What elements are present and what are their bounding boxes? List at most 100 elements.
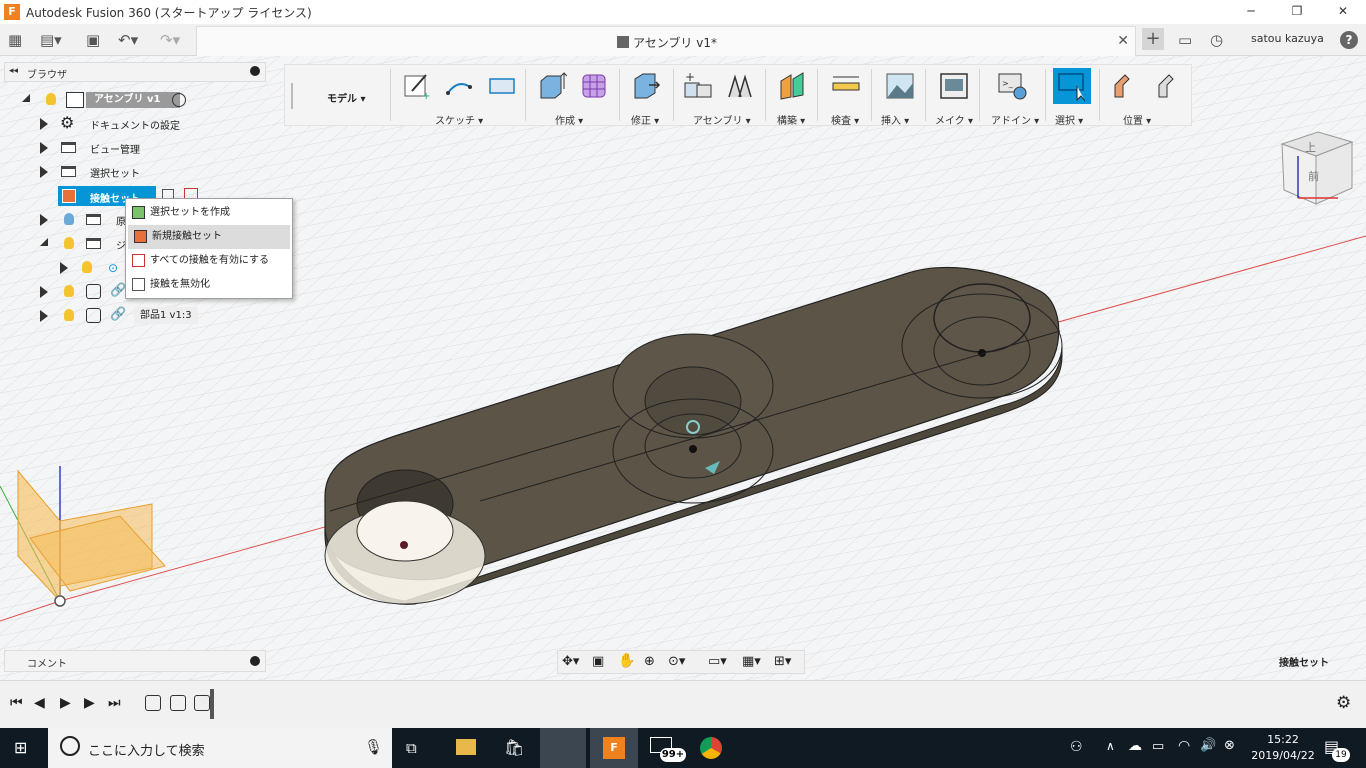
modify-menu[interactable]: 修正 ▾ <box>631 112 659 127</box>
timeline-joint-feature-icon[interactable] <box>194 695 210 711</box>
store-icon[interactable]: 🛍 <box>504 738 524 757</box>
show-hidden-icons-chevron-icon[interactable]: ∧ <box>1106 739 1115 753</box>
paint-app-icon[interactable] <box>540 728 586 768</box>
fusion-taskbar-button[interactable]: F <box>590 728 638 768</box>
help-button[interactable]: ? <box>1340 31 1358 49</box>
extrude-icon[interactable] <box>537 71 568 101</box>
new-tab-button[interactable]: + <box>1142 28 1164 50</box>
create-sketch-icon[interactable]: + <box>402 71 432 102</box>
viewports-icon[interactable]: ⊞▾ <box>774 654 791 669</box>
view-cube[interactable]: 上 前 <box>1280 131 1354 205</box>
expand-icon[interactable] <box>60 262 68 274</box>
collapse-browser-icon[interactable]: ◂◂ <box>9 66 18 76</box>
assemble-menu[interactable]: アセンブリ ▾ <box>693 112 751 127</box>
ime-off-icon[interactable]: ⊗ <box>1224 738 1235 753</box>
tree-item-named-views[interactable]: ビュー管理 <box>38 138 218 158</box>
visibility-bulb-icon[interactable] <box>64 309 74 321</box>
visibility-bulb-icon[interactable] <box>46 93 56 105</box>
volume-icon[interactable]: 🔊 <box>1200 738 1216 753</box>
make-menu[interactable]: メイク ▾ <box>935 112 973 127</box>
form-icon[interactable] <box>579 71 609 101</box>
taskbar-search-box[interactable]: ここに入力して検索 🎙 <box>48 728 392 768</box>
visibility-bulb-icon[interactable] <box>64 285 74 297</box>
visibility-bulb-icon[interactable] <box>64 237 74 249</box>
task-view-icon[interactable]: ⧉ <box>406 739 417 757</box>
sketch-menu[interactable]: スケッチ ▾ <box>435 112 483 127</box>
addins-menu[interactable]: アドイン ▾ <box>991 112 1039 127</box>
comments-panel[interactable]: コメント <box>4 650 266 672</box>
timeline-marker[interactable] <box>210 689 214 719</box>
go-to-start-icon[interactable]: ⏮ <box>10 695 23 711</box>
menu-item-new-contact-set[interactable]: 新規接触セット <box>128 225 290 249</box>
pan-hand-icon[interactable]: ✋ <box>618 653 635 669</box>
tree-item-document-settings[interactable]: ⚙ ドキュメントの設定 <box>38 113 218 134</box>
redo-icon[interactable]: ↷▾ <box>160 31 180 49</box>
rectangle-icon[interactable] <box>487 71 517 101</box>
notifications-icon[interactable]: ▭ <box>1178 31 1192 49</box>
step-forward-icon[interactable]: ▶︎ <box>84 695 95 711</box>
microphone-icon[interactable]: 🎙 <box>364 738 383 756</box>
expand-icon[interactable] <box>40 310 48 322</box>
expand-icon[interactable] <box>40 118 48 130</box>
maximize-button[interactable]: ❐ <box>1274 0 1320 24</box>
menu-item-disable-contact[interactable]: 接触を無効化 <box>126 273 292 297</box>
expand-icon[interactable] <box>40 214 48 226</box>
zoom-icon[interactable]: ⊕ <box>644 654 655 669</box>
windows-start-icon[interactable]: ⊞ <box>14 738 27 757</box>
insert-menu[interactable]: 挿入 ▾ <box>881 112 909 127</box>
visibility-bulb-icon[interactable] <box>82 261 92 273</box>
tree-item-part1[interactable]: 🔗 部品1 v1:3 <box>38 306 218 326</box>
chrome-icon[interactable] <box>700 737 722 759</box>
save-icon[interactable]: ▣ <box>86 31 100 49</box>
fit-zoom-icon[interactable]: ⊙▾ <box>668 654 685 669</box>
expand-icon[interactable] <box>40 286 48 298</box>
user-account[interactable]: satou kazuya <box>1251 32 1324 45</box>
select-tool-icon[interactable] <box>1053 68 1091 104</box>
close-button[interactable]: ✕ <box>1320 0 1366 24</box>
onedrive-cloud-icon[interactable]: ☁ <box>1128 738 1142 754</box>
inspect-menu[interactable]: 検査 ▾ <box>831 112 859 127</box>
visibility-bulb-icon[interactable] <box>64 213 74 225</box>
play-icon[interactable]: ▶ <box>60 695 71 711</box>
line-icon[interactable] <box>444 71 474 101</box>
workspace-switcher[interactable]: モデル ▾ <box>327 90 366 105</box>
browser-options-icon[interactable] <box>250 66 260 76</box>
construct-menu[interactable]: 構築 ▾ <box>777 112 805 127</box>
file-menu-icon[interactable]: ▤▾ <box>40 31 62 49</box>
expand-icon[interactable] <box>40 166 48 178</box>
undo-icon[interactable]: ↶▾ <box>118 31 138 49</box>
timeline-joint-feature-icon[interactable] <box>145 695 161 711</box>
capture-position-icon[interactable] <box>1109 71 1139 101</box>
press-pull-icon[interactable] <box>631 71 661 101</box>
minimize-button[interactable]: ─ <box>1228 0 1274 24</box>
insert-image-icon[interactable] <box>885 71 915 101</box>
new-component-icon[interactable]: + <box>683 70 713 101</box>
clock-date[interactable]: 2019/04/22 <box>1248 749 1318 762</box>
tree-item-component[interactable]: 🔗 <box>38 282 138 302</box>
data-panel-grid-icon[interactable]: ▦ <box>8 31 22 49</box>
battery-icon[interactable]: ▭ <box>1152 739 1164 754</box>
file-explorer-icon[interactable] <box>456 739 476 755</box>
joint-icon[interactable] <box>725 71 755 101</box>
orbit-icon[interactable]: ✥▾ <box>562 654 579 669</box>
timeline-joint-feature-icon[interactable] <box>170 695 186 711</box>
job-status-clock-icon[interactable]: ◷ <box>1210 31 1223 49</box>
expand-icon[interactable] <box>40 142 48 154</box>
go-to-end-icon[interactable]: ⏭ <box>108 695 121 711</box>
position-menu[interactable]: 位置 ▾ <box>1123 112 1151 127</box>
revert-position-icon[interactable] <box>1151 71 1181 101</box>
display-settings-icon[interactable]: ▭▾ <box>708 654 727 669</box>
3d-print-icon[interactable] <box>939 71 969 101</box>
menu-item-create-selection-set[interactable]: 選択セットを作成 <box>126 201 292 225</box>
create-menu[interactable]: 作成 ▾ <box>555 112 583 127</box>
grid-settings-icon[interactable]: ▦▾ <box>742 654 761 669</box>
people-icon[interactable]: ⚇ <box>1070 739 1083 755</box>
step-back-icon[interactable]: ◀︎ <box>34 695 45 711</box>
collapse-icon[interactable] <box>40 238 48 246</box>
add-comment-icon[interactable] <box>250 656 260 666</box>
activate-radio-icon[interactable] <box>172 93 186 107</box>
tree-item-selection-sets[interactable]: 選択セット <box>38 162 218 182</box>
measure-icon[interactable] <box>831 71 861 101</box>
scripts-addins-icon[interactable]: >_ <box>997 71 1027 101</box>
look-at-icon[interactable]: ▣ <box>592 654 604 669</box>
